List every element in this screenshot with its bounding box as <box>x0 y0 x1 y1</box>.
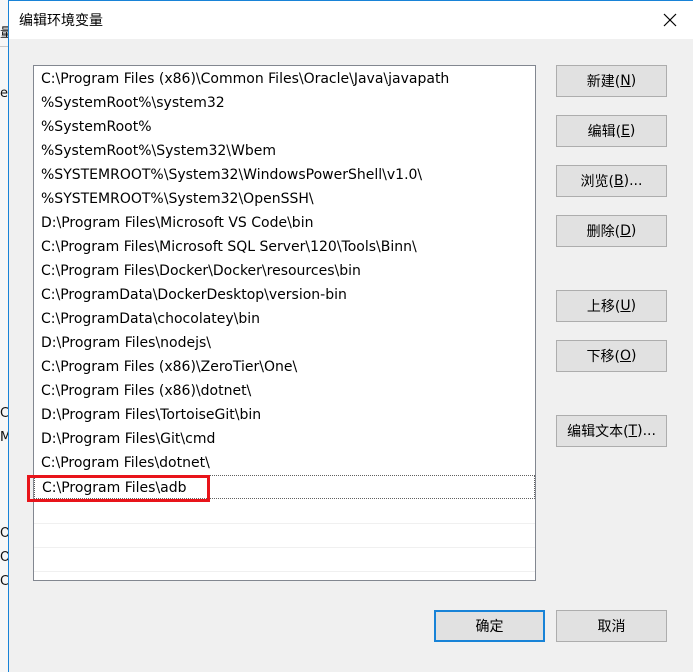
delete-button[interactable]: 删除(D) <box>556 215 667 247</box>
list-item[interactable]: %SYSTEMROOT%\System32\OpenSSH\ <box>34 187 535 211</box>
list-item[interactable]: C:\Program Files\adb <box>34 475 535 499</box>
list-item[interactable]: C:\Program Files (x86)\ZeroTier\One\ <box>34 355 535 379</box>
list-item[interactable]: C:\ProgramData\chocolatey\bin <box>34 307 535 331</box>
dialog-title: 编辑环境变量 <box>19 13 103 29</box>
empty-row-divider <box>34 523 535 524</box>
list-item[interactable]: C:\Program Files\Docker\Docker\resources… <box>34 259 535 283</box>
list-item[interactable]: %SystemRoot% <box>34 115 535 139</box>
title-bar: 编辑环境变量 <box>9 1 693 39</box>
list-item[interactable]: D:\Program Files\Microsoft VS Code\bin <box>34 211 535 235</box>
list-item[interactable]: C:\Program Files\dotnet\ <box>34 451 535 475</box>
list-item[interactable]: %SystemRoot%\System32\Wbem <box>34 139 535 163</box>
move-down-button[interactable]: 下移(O) <box>556 340 667 372</box>
list-item[interactable]: C:\Program Files (x86)\dotnet\ <box>34 379 535 403</box>
list-item[interactable]: D:\Program Files\Git\cmd <box>34 427 535 451</box>
new-button[interactable]: 新建(N) <box>556 65 667 97</box>
list-item[interactable]: %SystemRoot%\system32 <box>34 91 535 115</box>
browse-button[interactable]: 浏览(B)... <box>556 165 667 197</box>
list-item[interactable]: D:\Program Files\TortoiseGit\bin <box>34 403 535 427</box>
close-icon <box>663 13 677 27</box>
edit-text-button[interactable]: 编辑文本(T)... <box>556 415 667 447</box>
move-up-button[interactable]: 上移(U) <box>556 290 667 322</box>
list-item[interactable]: C:\Program Files (x86)\Common Files\Orac… <box>34 67 535 91</box>
list-item[interactable]: C:\ProgramData\DockerDesktop\version-bin <box>34 283 535 307</box>
list-item[interactable]: D:\Program Files\nodejs\ <box>34 331 535 355</box>
close-button[interactable] <box>647 1 693 39</box>
cancel-button[interactable]: 取消 <box>556 610 667 642</box>
list-item[interactable]: C:\Program Files\Microsoft SQL Server\12… <box>34 235 535 259</box>
ok-button[interactable]: 确定 <box>434 610 545 642</box>
empty-row-divider <box>34 571 535 572</box>
empty-row-divider <box>34 547 535 548</box>
edit-environment-variable-dialog: 编辑环境变量 C:\Program Files (x86)\Common Fil… <box>8 0 693 672</box>
list-item[interactable]: %SYSTEMROOT%\System32\WindowsPowerShell\… <box>34 163 535 187</box>
path-entries-list[interactable]: C:\Program Files (x86)\Common Files\Orac… <box>33 65 536 581</box>
edit-button[interactable]: 编辑(E) <box>556 115 667 147</box>
